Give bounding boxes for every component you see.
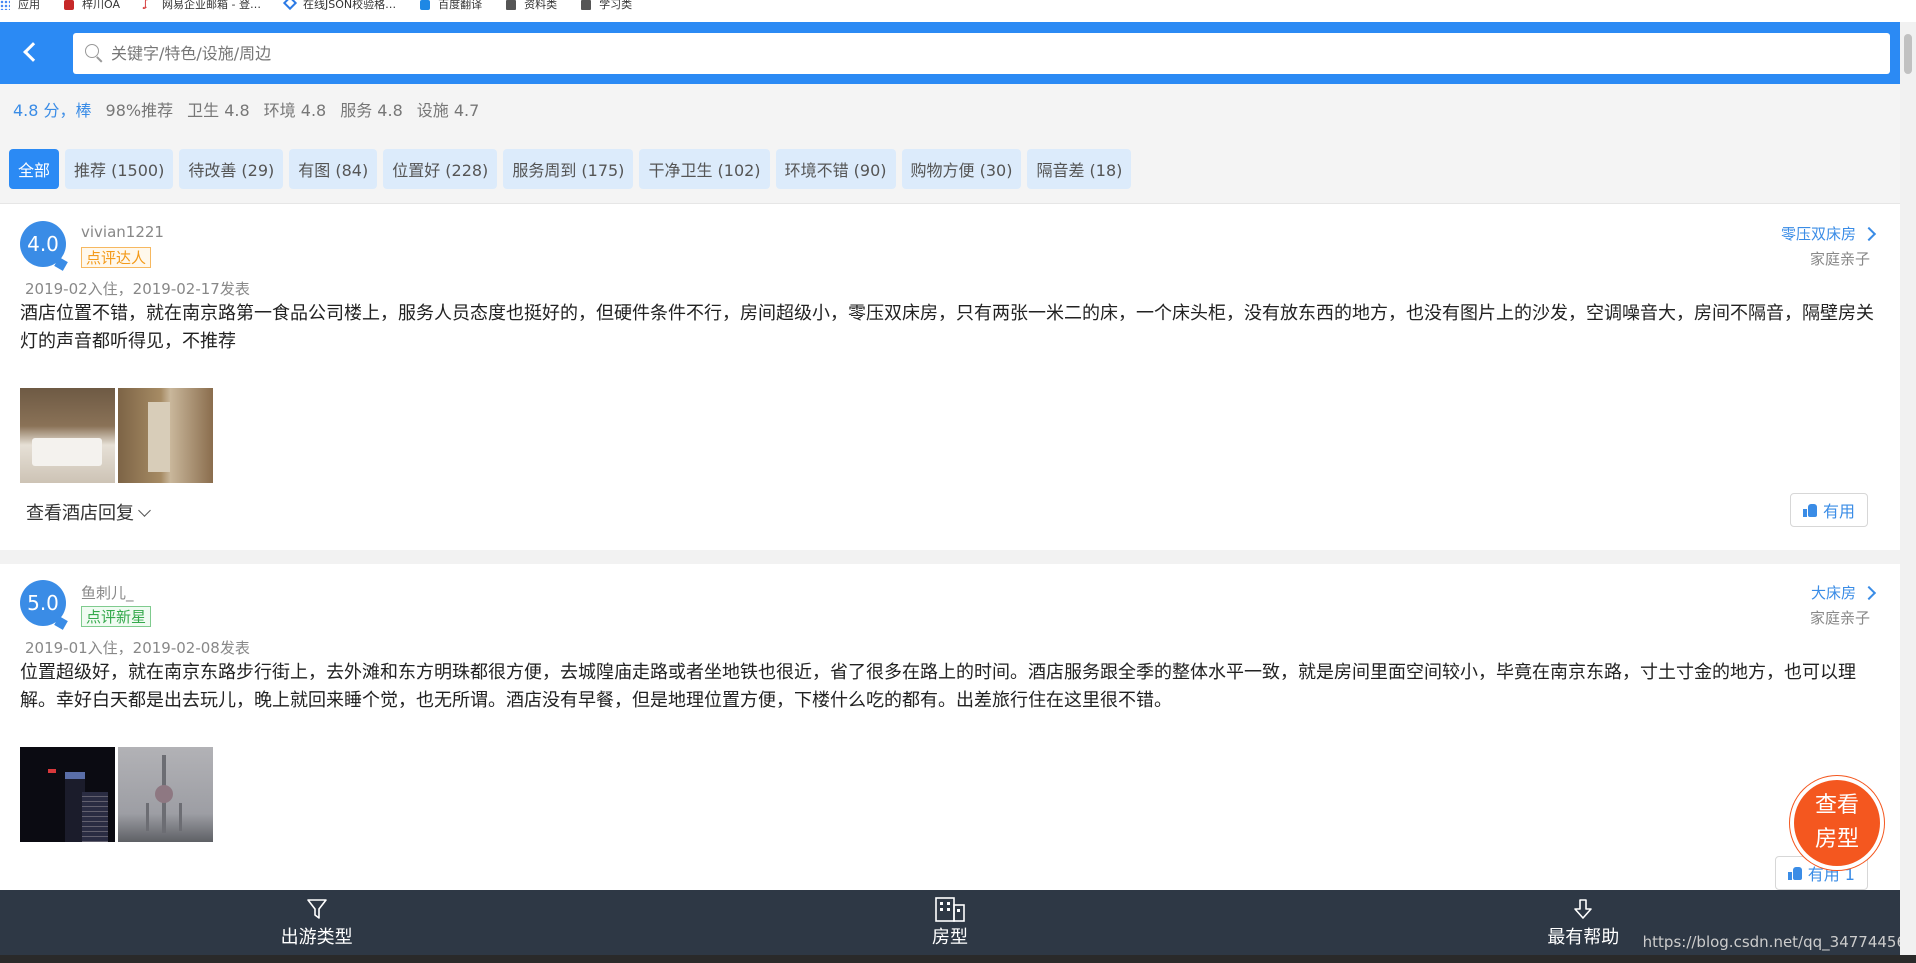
review-divider: [0, 550, 1900, 564]
thumbs-up-icon: [1787, 866, 1802, 880]
review-photo[interactable]: [118, 747, 213, 842]
tag-good-location[interactable]: 位置好 (228): [383, 148, 498, 189]
review-username[interactable]: vivian1221: [81, 223, 164, 241]
bookmark-apps[interactable]: 应用: [0, 0, 40, 10]
bookmark-label: 网易企业邮箱 - 登…: [162, 0, 261, 11]
user-badge: 点评达人: [81, 247, 152, 268]
apps-grid-icon: [0, 0, 10, 10]
translate-icon: [420, 0, 431, 10]
bookmark-label: 学习类: [599, 0, 633, 11]
bookmark-json[interactable]: 在线JSON校验格…: [282, 0, 397, 11]
page-scrollbar[interactable]: [1900, 22, 1916, 955]
bookmark-label: 应用: [18, 0, 40, 11]
bookmark-label: 百度翻译: [438, 0, 483, 11]
review-card: 5.0 鱼刺儿_ 点评新星 大床房 家庭亲子 2019-01入住，2019-02…: [0, 564, 1900, 890]
tag-poor-soundproofing[interactable]: 隔音差 (18): [1027, 148, 1132, 189]
bookmark-folder-docs[interactable]: 资料类: [506, 0, 557, 10]
search-icon: [85, 43, 105, 64]
trip-type: 家庭亲子: [1809, 609, 1870, 627]
bookmark-mail[interactable]: ʆ 网易企业邮箱 - 登…: [144, 0, 261, 10]
view-reply-label: 查看酒店回复: [26, 503, 134, 524]
nav-label: 房型: [931, 926, 968, 948]
service-score: 服务 4.8: [340, 101, 403, 120]
view-room-types-button[interactable]: 查看 房型: [1790, 776, 1884, 870]
sort-down-arrow-icon: [1571, 897, 1595, 921]
search-input[interactable]: [111, 38, 1890, 69]
app-icon: [64, 0, 74, 10]
folder-icon: [506, 0, 517, 10]
building-icon: [933, 896, 967, 922]
useful-button[interactable]: 有用: [1789, 493, 1868, 527]
view-hotel-reply-button[interactable]: 查看酒店回复: [26, 499, 151, 525]
tag-all[interactable]: 全部: [9, 148, 60, 189]
back-button[interactable]: [12, 34, 48, 70]
tag-with-photos[interactable]: 有图 (84): [289, 148, 378, 189]
facilities-score: 设施 4.7: [416, 101, 480, 120]
rating-summary: 4.8 分，棒 98%推荐 卫生 4.8 环境 4.8 服务 4.8 设施 4.…: [0, 84, 1900, 134]
netease-icon: ʆ: [144, 0, 148, 10]
review-photo[interactable]: [20, 747, 115, 842]
recommend-rate: 98%推荐: [105, 101, 174, 120]
tag-nice-environment[interactable]: 环境不错 (90): [775, 148, 896, 189]
review-photo[interactable]: [118, 388, 213, 483]
bookmark-label: 梓川OA: [82, 0, 120, 11]
blog-watermark: https://blog.csdn.net/qq_34774456: [1642, 933, 1906, 951]
review-score: 5.0: [20, 580, 66, 626]
bookmark-label: 在线JSON校验格…: [302, 0, 397, 11]
review-score: 4.0: [20, 221, 66, 267]
chevron-down-icon: [138, 503, 151, 517]
useful-label: 有用: [1822, 502, 1855, 521]
room-type-label: 零压双床房: [1780, 225, 1856, 243]
float-button-line2: 房型: [1814, 827, 1859, 852]
review-dates: 2019-02入住，2019-02-17发表: [25, 280, 250, 298]
tag-needs-improvement[interactable]: 待改善 (29): [179, 148, 284, 189]
bookmarks-bar: 应用 梓川OA ʆ 网易企业邮箱 - 登… 在线JSON校验格… 百度翻译 资料类…: [0, 0, 1916, 12]
room-type-label: 大床房: [1810, 584, 1856, 602]
review-content: 位置超级好，就在南京东路步行街上，去外滩和东方明珠都很方便，去城隍庙走路或者坐地…: [20, 662, 1856, 711]
float-button-line1: 查看: [1814, 793, 1859, 818]
review-photo[interactable]: [20, 388, 115, 483]
chevron-right-icon: [1861, 585, 1877, 600]
bookmark-translate[interactable]: 百度翻译: [420, 0, 482, 10]
bookmark-folder-study[interactable]: 学习类: [581, 0, 632, 10]
tag-recommend[interactable]: 推荐 (1500): [65, 148, 174, 189]
review-dates: 2019-01入住，2019-02-08发表: [25, 639, 250, 657]
os-taskbar: [0, 955, 1916, 963]
tag-clean[interactable]: 干净卫生 (102): [639, 148, 770, 189]
review-card: 4.0 vivian1221 点评达人 零压双床房 家庭亲子 2019-02入住…: [0, 205, 1900, 550]
environment-score: 环境 4.8: [263, 101, 327, 120]
nav-label: 最有帮助: [1547, 926, 1620, 948]
search-box[interactable]: [73, 33, 1890, 74]
tag-shopping[interactable]: 购物方便 (30): [901, 148, 1022, 189]
filter-funnel-icon: [305, 897, 329, 921]
nav-room-type[interactable]: 房型: [633, 890, 1266, 955]
chevron-right-icon: [1861, 226, 1877, 241]
folder-icon: [581, 0, 592, 10]
tag-attentive-service[interactable]: 服务周到 (175): [503, 148, 634, 189]
bottom-nav: 出游类型 房型 最有帮助: [0, 890, 1900, 955]
review-content: 酒店位置不错，就在南京路第一食品公司楼上，服务人员态度也挺好的，但硬件条件不行，…: [20, 303, 1874, 352]
hygiene-score: 卫生 4.8: [187, 101, 250, 120]
review-username[interactable]: 鱼刺儿_: [81, 582, 134, 603]
review-filter-tags: 全部 推荐 (1500) 待改善 (29) 有图 (84) 位置好 (228) …: [0, 134, 1900, 204]
trip-type: 家庭亲子: [1809, 250, 1870, 268]
user-badge: 点评新星: [81, 606, 152, 627]
bookmark-oa[interactable]: 梓川OA: [64, 0, 120, 10]
bookmark-label: 资料类: [524, 0, 558, 11]
nav-trip-type[interactable]: 出游类型: [0, 890, 633, 955]
chevron-left-icon: [23, 42, 43, 62]
scrollbar-thumb[interactable]: [1904, 34, 1912, 74]
app-page: 应用 梓川OA ʆ 网易企业邮箱 - 登… 在线JSON校验格… 百度翻译 资料类…: [0, 0, 1916, 963]
room-type-link[interactable]: 零压双床房: [1780, 223, 1877, 244]
overall-score: 4.8 分，棒: [13, 101, 92, 120]
thumbs-up-icon: [1802, 503, 1817, 517]
nav-label: 出游类型: [280, 926, 353, 948]
top-search-bar: [0, 22, 1900, 84]
json-tool-icon: [282, 0, 298, 11]
room-type-link[interactable]: 大床房: [1810, 582, 1877, 603]
